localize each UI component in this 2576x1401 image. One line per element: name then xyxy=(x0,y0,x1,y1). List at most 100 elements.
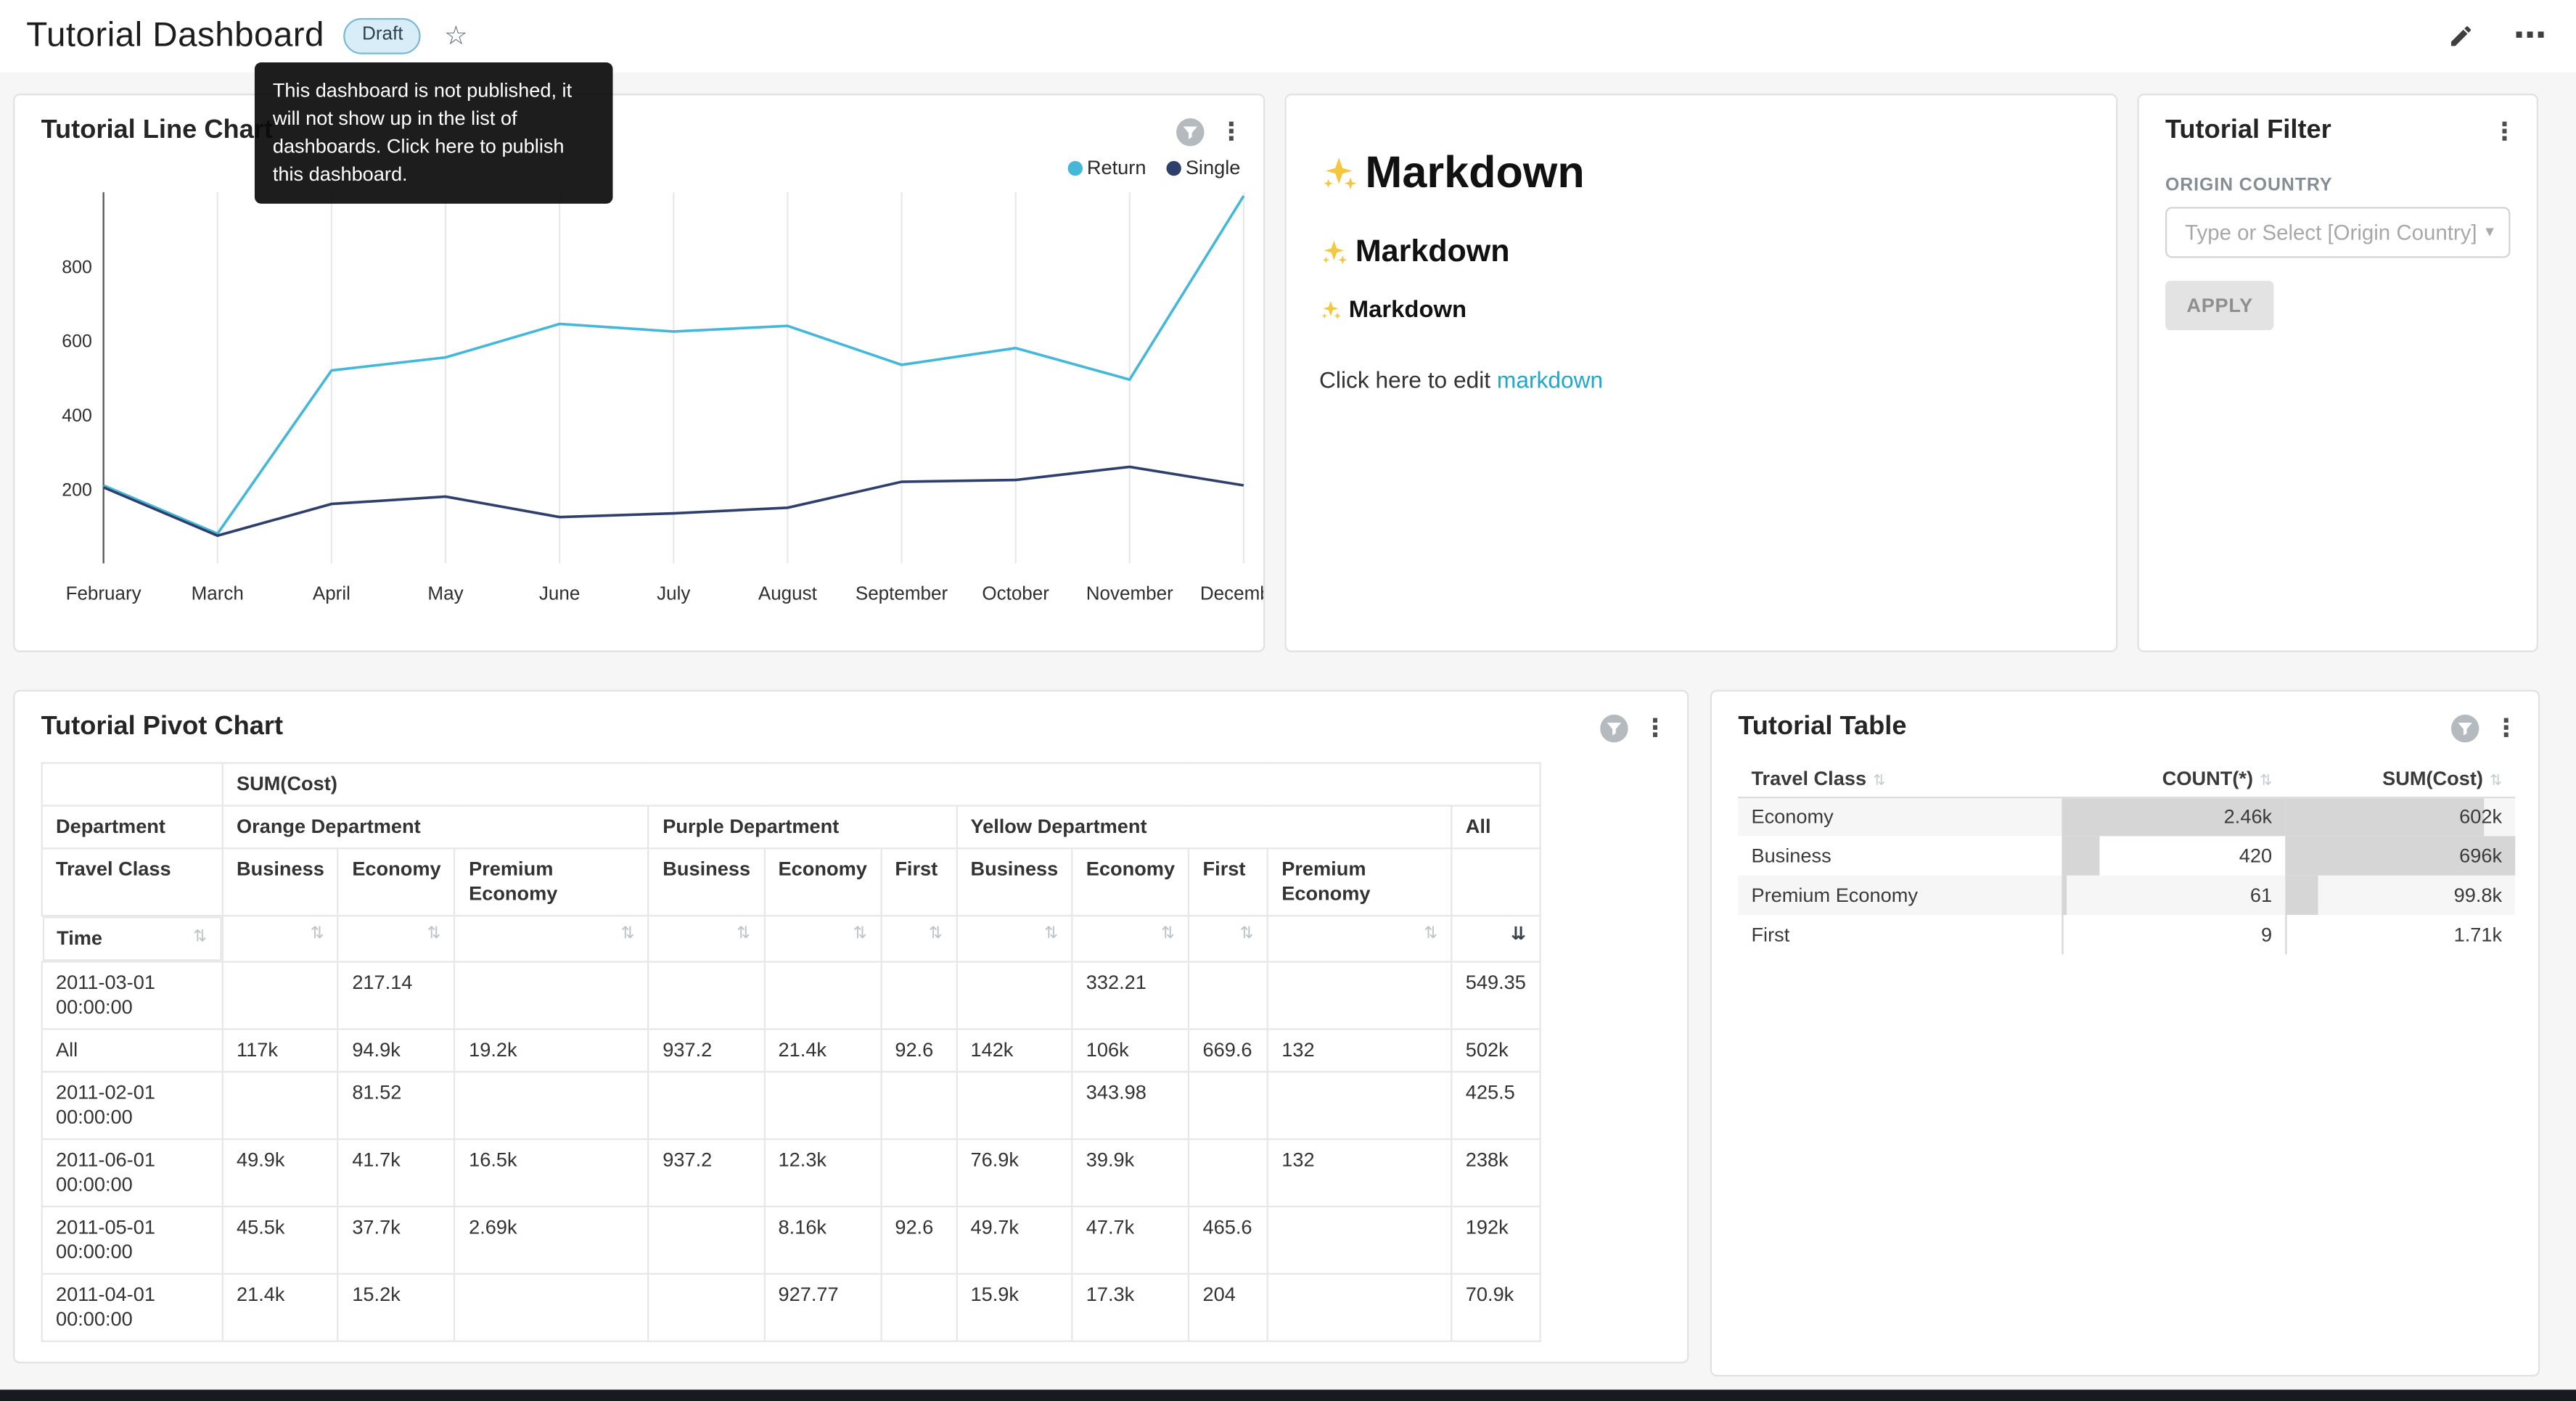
legend-swatch xyxy=(1067,160,1082,175)
pivot-row-label: 2011-02-01 00:00:00 xyxy=(42,1072,223,1139)
count-bar xyxy=(2062,876,2067,915)
publish-tooltip[interactable]: This dashboard is not published, it will… xyxy=(255,62,613,204)
pivot-sort-button[interactable]: ⇅ xyxy=(1189,916,1268,961)
filter-funnel-icon[interactable] xyxy=(1600,714,1628,741)
sparkles-icon xyxy=(1319,299,1342,322)
pivot-cell xyxy=(455,1274,649,1342)
travel-class-cell: First xyxy=(1738,915,2062,954)
pivot-sort-button[interactable]: ⇅ xyxy=(1268,916,1452,961)
pivot-cell: 549.35 xyxy=(1452,962,1541,1030)
column-header-count[interactable]: COUNT(*)⇅ xyxy=(2062,760,2285,797)
pivot-cell: 45.5k xyxy=(223,1207,338,1274)
pivot-cell: 217.14 xyxy=(338,962,455,1030)
pivot-sort-button[interactable]: ⇅ xyxy=(455,916,649,961)
pivot-cell xyxy=(956,962,1072,1030)
filter-funnel-icon[interactable] xyxy=(1176,118,1204,145)
pivot-cell xyxy=(1189,1072,1268,1139)
pivot-sort-button[interactable]: ⇅ xyxy=(223,916,338,961)
line-chart-card: Tutorial Line Chart ⋮ ReturnSingle 20040… xyxy=(13,94,1265,652)
pivot-cell xyxy=(1268,962,1452,1030)
pivot-cell: 37.7k xyxy=(338,1207,455,1274)
select-placeholder: Type or Select [Origin Country] xyxy=(2185,220,2477,245)
sum-cost-bar xyxy=(2285,876,2318,915)
pivot-dim-label: Travel Class xyxy=(42,848,223,916)
markdown-footer: Click here to edit markdown xyxy=(1319,366,2083,393)
pivot-row-label: 2011-05-01 00:00:00 xyxy=(42,1207,223,1274)
pivot-cell: 39.9k xyxy=(1072,1139,1189,1207)
draft-badge[interactable]: Draft xyxy=(344,18,421,54)
pivot-cell: 21.4k xyxy=(764,1029,881,1072)
edit-pencil-icon[interactable] xyxy=(2448,23,2474,49)
filter-card: Tutorial Filter ⋮ ORIGIN COUNTRY Type or… xyxy=(2138,94,2538,652)
pivot-row-label: 2011-03-01 00:00:00 xyxy=(42,962,223,1030)
svg-text:February: February xyxy=(66,582,141,604)
pivot-sort-button[interactable]: ⇅ xyxy=(649,916,764,961)
more-options-icon[interactable]: ⋯ xyxy=(2514,20,2546,52)
pivot-cell: 343.98 xyxy=(1072,1072,1189,1139)
filter-funnel-icon[interactable] xyxy=(2451,714,2479,741)
pivot-group-header: Purple Department xyxy=(649,806,956,849)
pivot-col-header: Economy xyxy=(1072,848,1189,916)
favorite-star-icon[interactable]: ☆ xyxy=(444,20,467,52)
pivot-cell: 92.6 xyxy=(881,1207,956,1274)
pivot-col-header: Economy xyxy=(338,848,455,916)
pivot-cell xyxy=(649,1274,764,1342)
filter-menu-icon[interactable]: ⋮ xyxy=(2493,119,2517,144)
edit-markdown-link[interactable]: markdown xyxy=(1497,366,1603,393)
pivot-card-title: Tutorial Pivot Chart xyxy=(41,713,283,743)
pivot-time-header[interactable]: Time⇅ xyxy=(42,916,222,961)
pivot-cell: 41.7k xyxy=(338,1139,455,1207)
table-row[interactable]: First91.71k xyxy=(1738,915,2515,954)
pivot-row: 2011-05-01 00:00:0045.5k37.7k2.69k8.16k9… xyxy=(42,1207,1540,1274)
pivot-sort-button[interactable]: ⇅ xyxy=(764,916,881,961)
pivot-col-header: First xyxy=(881,848,956,916)
legend-item[interactable]: Single xyxy=(1166,156,1241,179)
column-header-sum-cost[interactable]: SUM(Cost)⇅ xyxy=(2285,760,2515,797)
pivot-row: 2011-03-01 00:00:00217.14332.21549.35 xyxy=(42,962,1540,1030)
apply-button[interactable]: APPLY xyxy=(2165,281,2274,330)
pivot-sort-button[interactable]: ⇊ xyxy=(1452,916,1541,961)
pivot-cell xyxy=(1268,1207,1452,1274)
chart-menu-icon[interactable]: ⋮ xyxy=(2494,715,2519,740)
pivot-cell: 502k xyxy=(1452,1029,1541,1072)
pivot-cell xyxy=(881,1072,956,1139)
legend-swatch xyxy=(1166,160,1181,175)
svg-text:December: December xyxy=(1200,582,1265,604)
pivot-dim-label: Department xyxy=(42,806,223,849)
pivot-cell xyxy=(455,962,649,1030)
svg-text:October: October xyxy=(982,582,1049,604)
column-header-travel-class[interactable]: Travel Class⇅ xyxy=(1738,760,2062,797)
pivot-sort-button[interactable]: ⇅ xyxy=(956,916,1072,961)
pivot-cell: 132 xyxy=(1268,1029,1452,1072)
svg-text:July: July xyxy=(657,582,690,604)
travel-class-cell: Business xyxy=(1738,836,2062,875)
origin-country-select[interactable]: Type or Select [Origin Country] ▾ xyxy=(2165,207,2510,258)
pivot-cell: 15.9k xyxy=(956,1274,1072,1342)
pivot-sort-button[interactable]: ⇅ xyxy=(338,916,455,961)
svg-text:April: April xyxy=(313,582,350,604)
pivot-row-label: All xyxy=(42,1029,223,1072)
table-row[interactable]: Business420696k xyxy=(1738,836,2515,875)
table-row[interactable]: Premium Economy6199.8k xyxy=(1738,876,2515,915)
chart-menu-icon[interactable]: ⋮ xyxy=(1219,119,1244,144)
pivot-cell: 15.2k xyxy=(338,1274,455,1342)
pivot-cell xyxy=(881,1274,956,1342)
pivot-group-header: All xyxy=(1452,806,1541,849)
pivot-cell: 17.3k xyxy=(1072,1274,1189,1342)
pivot-sort-button[interactable]: ⇅ xyxy=(1072,916,1189,961)
count-bar xyxy=(2062,836,2100,875)
chart-menu-icon[interactable]: ⋮ xyxy=(1643,715,1668,740)
pivot-cell xyxy=(1268,1274,1452,1342)
pivot-cell xyxy=(649,962,764,1030)
line-chart[interactable]: 200400600800FebruaryMarchAprilMayJuneJul… xyxy=(28,186,1263,631)
legend-item[interactable]: Return xyxy=(1067,156,1147,179)
pivot-cell: 49.7k xyxy=(956,1207,1072,1274)
svg-text:August: August xyxy=(758,582,818,604)
pivot-cell xyxy=(223,962,338,1030)
pivot-cell: 106k xyxy=(1072,1029,1189,1072)
markdown-h3: Markdown xyxy=(1319,297,2083,324)
pivot-row: 2011-02-01 00:00:0081.52343.98425.5 xyxy=(42,1072,1540,1139)
pivot-sort-button[interactable]: ⇅ xyxy=(881,916,956,961)
table-row[interactable]: Economy2.46k602k xyxy=(1738,797,2515,836)
pivot-col-header: Premium Economy xyxy=(455,848,649,916)
